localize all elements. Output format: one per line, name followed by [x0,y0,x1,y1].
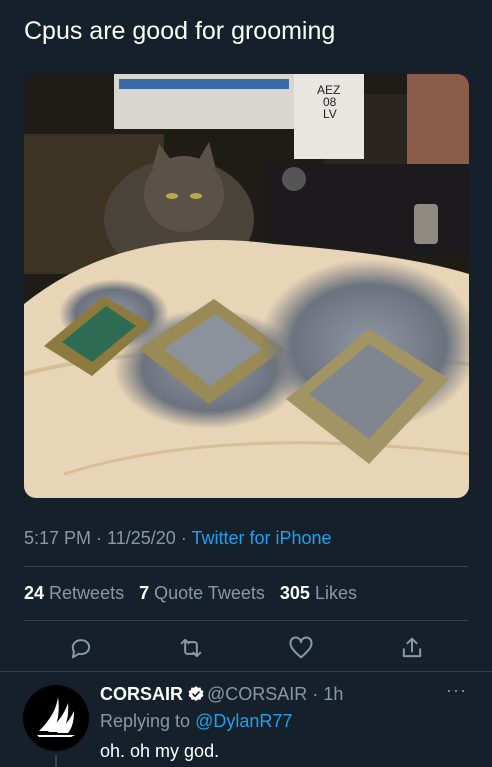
reply-separator: · [307,684,324,704]
retweets-label: Retweets [49,583,125,603]
tweet-meta: 5:17 PM · 11/25/20 · Twitter for iPhone [24,528,332,549]
replying-to-label: Replying to [100,711,191,731]
replying-to-handle[interactable]: @DylanR77 [195,711,292,731]
reply-text: oh. oh my god. [100,741,220,761]
divider [0,671,492,672]
tweet-source[interactable]: Twitter for iPhone [191,528,331,548]
meta-separator: · [91,528,108,548]
box-label-3: LV [323,107,337,121]
verified-badge-icon [187,685,205,708]
meta-separator: · [175,528,192,548]
reply-author-handle[interactable]: @CORSAIR [207,684,307,704]
reply-author-name[interactable]: CORSAIR [100,684,183,704]
quote-tweets-count: 7 [139,583,150,603]
like-icon[interactable] [287,634,315,662]
tweet-stats: 24 Retweets 7 Quote Tweets 305 Likes [24,583,357,604]
photo-cat-cpus-illustration: AEZ 08 LV [24,74,469,498]
divider [24,620,468,621]
retweets-stat[interactable]: 24 Retweets [24,583,124,603]
retweets-count: 24 [24,583,45,603]
corsair-sails-icon [37,697,75,737]
reply-icon[interactable] [67,634,95,662]
tweet-date[interactable]: 11/25/20 [107,528,176,548]
replying-to: Replying to @DylanR77 [100,711,292,732]
likes-stat[interactable]: 305 Likes [280,583,357,603]
avatar[interactable] [23,685,89,751]
tweet-time[interactable]: 5:17 PM [24,528,91,548]
quote-tweets-label: Quote Tweets [154,583,265,603]
thread-line [55,755,57,767]
likes-count: 305 [279,583,310,603]
reply-header: CORSAIR @CORSAIR · 1h [100,684,343,708]
quote-tweets-stat[interactable]: 7 Quote Tweets [139,583,265,603]
tweet-text: Cpus are good for grooming [24,17,336,45]
tweet-photo[interactable]: AEZ 08 LV [24,74,469,498]
retweet-icon[interactable] [177,634,205,662]
likes-label: Likes [314,583,357,603]
divider [24,566,468,567]
reply-time[interactable]: 1h [323,684,343,704]
more-options-icon[interactable]: ··· [446,680,467,701]
share-icon[interactable] [398,634,426,662]
